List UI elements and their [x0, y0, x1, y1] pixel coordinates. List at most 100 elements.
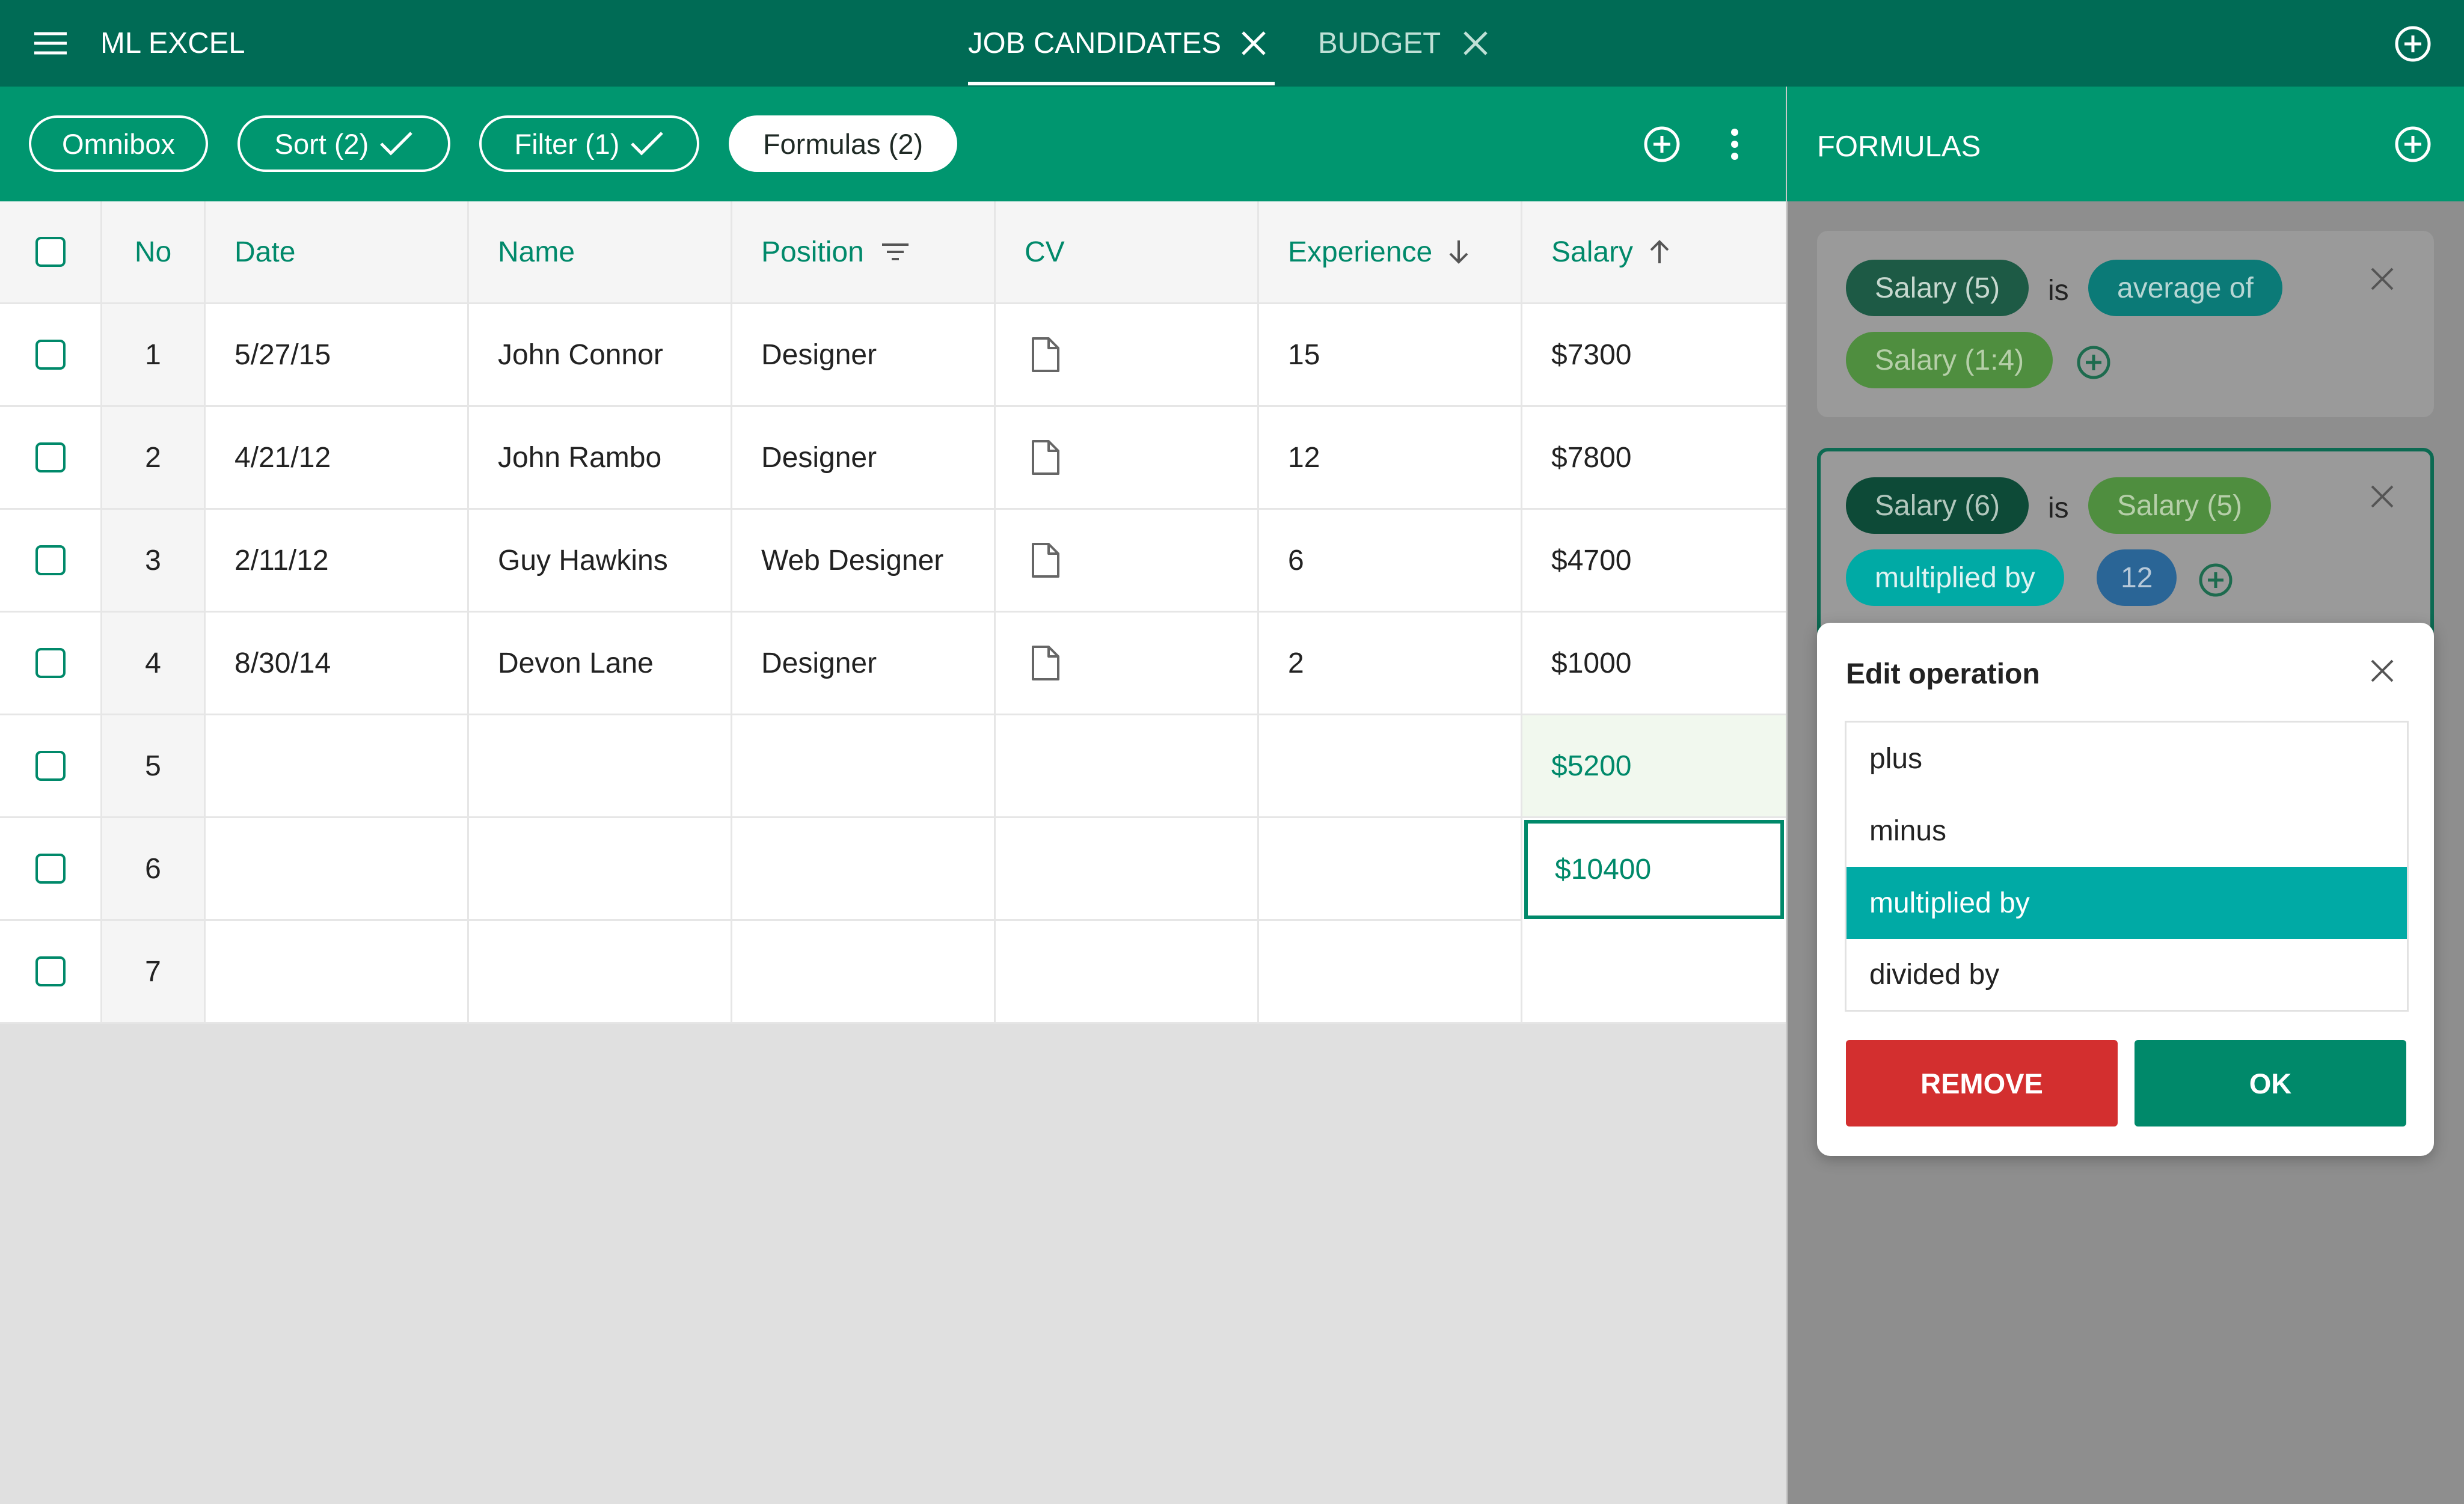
cell-name[interactable]: John Rambo [469, 407, 732, 510]
cell-position[interactable] [732, 818, 996, 921]
row-checkbox[interactable] [35, 751, 66, 781]
column-header-no[interactable]: No [102, 201, 206, 304]
cell-date[interactable]: 8/30/14 [206, 613, 469, 715]
cell-date[interactable]: 5/27/15 [206, 304, 469, 407]
cell-experience[interactable]: 2 [1259, 613, 1522, 715]
document-icon[interactable] [1031, 644, 1061, 682]
column-header-date[interactable]: Date [206, 201, 469, 304]
add-formula-icon[interactable] [2394, 126, 2432, 163]
row-checkbox[interactable] [35, 854, 66, 884]
cell-cv[interactable] [996, 304, 1259, 407]
formula-target-chip[interactable]: Salary (5) [1846, 260, 2029, 316]
cell-name[interactable] [469, 921, 732, 1024]
pill-label: Omnibox [61, 127, 176, 160]
cell-date[interactable] [206, 818, 469, 921]
add-tab-icon[interactable] [2394, 25, 2432, 63]
cell-salary[interactable]: $7300 [1522, 304, 1786, 407]
cell-name[interactable] [469, 715, 732, 818]
operation-option-multiplied-by[interactable]: multiplied by [1846, 867, 2407, 939]
sort-descending-icon[interactable] [1448, 239, 1470, 264]
document-icon[interactable] [1031, 336, 1061, 373]
cell-name[interactable] [469, 818, 732, 921]
cell-salary-formula[interactable]: $5200 [1522, 715, 1786, 818]
select-all-checkbox[interactable] [35, 237, 66, 267]
cell-experience[interactable] [1259, 818, 1522, 921]
column-header-name[interactable]: Name [469, 201, 732, 304]
ok-button[interactable]: OK [2135, 1040, 2406, 1126]
cell-experience[interactable]: 12 [1259, 407, 1522, 510]
document-icon[interactable] [1031, 439, 1061, 476]
cell-cv[interactable] [996, 921, 1259, 1024]
cell-position[interactable]: Designer [732, 407, 996, 510]
formula-card-selected[interactable]: Salary (6) is Salary (5) multiplied by 1… [1817, 448, 2434, 640]
row-checkbox[interactable] [35, 545, 66, 575]
close-icon[interactable] [2370, 659, 2394, 683]
sort-pill[interactable]: Sort (2) [238, 115, 450, 172]
cell-date[interactable] [206, 921, 469, 1024]
cell-name[interactable]: Guy Hawkins [469, 510, 732, 613]
cell-experience[interactable]: 6 [1259, 510, 1522, 613]
cell-salary[interactable] [1522, 921, 1786, 1024]
column-header-experience[interactable]: Experience [1259, 201, 1522, 304]
operation-option-minus[interactable]: minus [1846, 795, 2407, 867]
cell-cv[interactable] [996, 715, 1259, 818]
pill-label: Sort (2) [274, 127, 369, 160]
cell-cv[interactable] [996, 510, 1259, 613]
cell-name[interactable]: John Connor [469, 304, 732, 407]
cell-name[interactable]: Devon Lane [469, 613, 732, 715]
row-number: 5 [102, 715, 206, 818]
cell-experience[interactable]: 15 [1259, 304, 1522, 407]
omnibox-pill[interactable]: Omnibox [29, 115, 208, 172]
cell-date[interactable]: 2/11/12 [206, 510, 469, 613]
close-icon[interactable] [1240, 30, 1267, 57]
formula-operator-chip[interactable]: average of [2088, 260, 2282, 316]
close-icon[interactable] [2370, 267, 2394, 291]
operation-option-divided-by[interactable]: divided by [1846, 939, 2407, 1010]
operation-option-plus[interactable]: plus [1846, 723, 2407, 795]
row-checkbox[interactable] [35, 956, 66, 986]
add-operand-icon[interactable] [2076, 345, 2111, 380]
cell-position[interactable]: Designer [732, 304, 996, 407]
column-header-cv[interactable]: CV [996, 201, 1259, 304]
cell-cv[interactable] [996, 407, 1259, 510]
close-icon[interactable] [2370, 485, 2394, 509]
filter-pill[interactable]: Filter (1) [479, 115, 699, 172]
close-icon[interactable] [1462, 30, 1489, 57]
column-header-position[interactable]: Position [732, 201, 996, 304]
column-header-label: Date [234, 236, 296, 268]
cell-position[interactable] [732, 921, 996, 1024]
sort-ascending-icon[interactable] [1649, 239, 1670, 264]
formula-value-chip[interactable]: 12 [2097, 549, 2177, 606]
cell-salary-selected[interactable]: $10400 [1524, 820, 1784, 919]
more-vert-icon[interactable] [1729, 129, 1741, 160]
cell-salary[interactable]: $1000 [1522, 613, 1786, 715]
cell-position[interactable] [732, 715, 996, 818]
cell-position[interactable]: Designer [732, 613, 996, 715]
filter-icon[interactable] [881, 242, 910, 261]
formulas-pill[interactable]: Formulas (2) [729, 115, 957, 172]
formulas-title: FORMULAS [1817, 130, 1981, 163]
cell-date[interactable] [206, 715, 469, 818]
column-header-salary[interactable]: Salary [1522, 201, 1786, 304]
row-checkbox[interactable] [35, 648, 66, 678]
add-operand-icon[interactable] [2198, 563, 2233, 598]
cell-date[interactable]: 4/21/12 [206, 407, 469, 510]
cell-salary[interactable]: $4700 [1522, 510, 1786, 613]
remove-button[interactable]: REMOVE [1846, 1040, 2118, 1126]
formula-operator-chip[interactable]: multiplied by [1846, 549, 2064, 606]
formula-operand-chip[interactable]: Salary (5) [2088, 477, 2272, 534]
menu-icon[interactable] [33, 31, 68, 55]
formula-operand-chip[interactable]: Salary (1:4) [1846, 332, 2053, 388]
cell-cv[interactable] [996, 613, 1259, 715]
document-icon[interactable] [1031, 542, 1061, 579]
add-column-icon[interactable] [1643, 126, 1681, 163]
formula-target-chip[interactable]: Salary (6) [1846, 477, 2029, 534]
cell-experience[interactable] [1259, 715, 1522, 818]
row-checkbox[interactable] [35, 340, 66, 370]
cell-salary[interactable]: $7800 [1522, 407, 1786, 510]
cell-cv[interactable] [996, 818, 1259, 921]
cell-experience[interactable] [1259, 921, 1522, 1024]
cell-position[interactable]: Web Designer [732, 510, 996, 613]
formula-card[interactable]: Salary (5) is average of Salary (1:4) [1817, 231, 2434, 417]
row-checkbox[interactable] [35, 442, 66, 472]
